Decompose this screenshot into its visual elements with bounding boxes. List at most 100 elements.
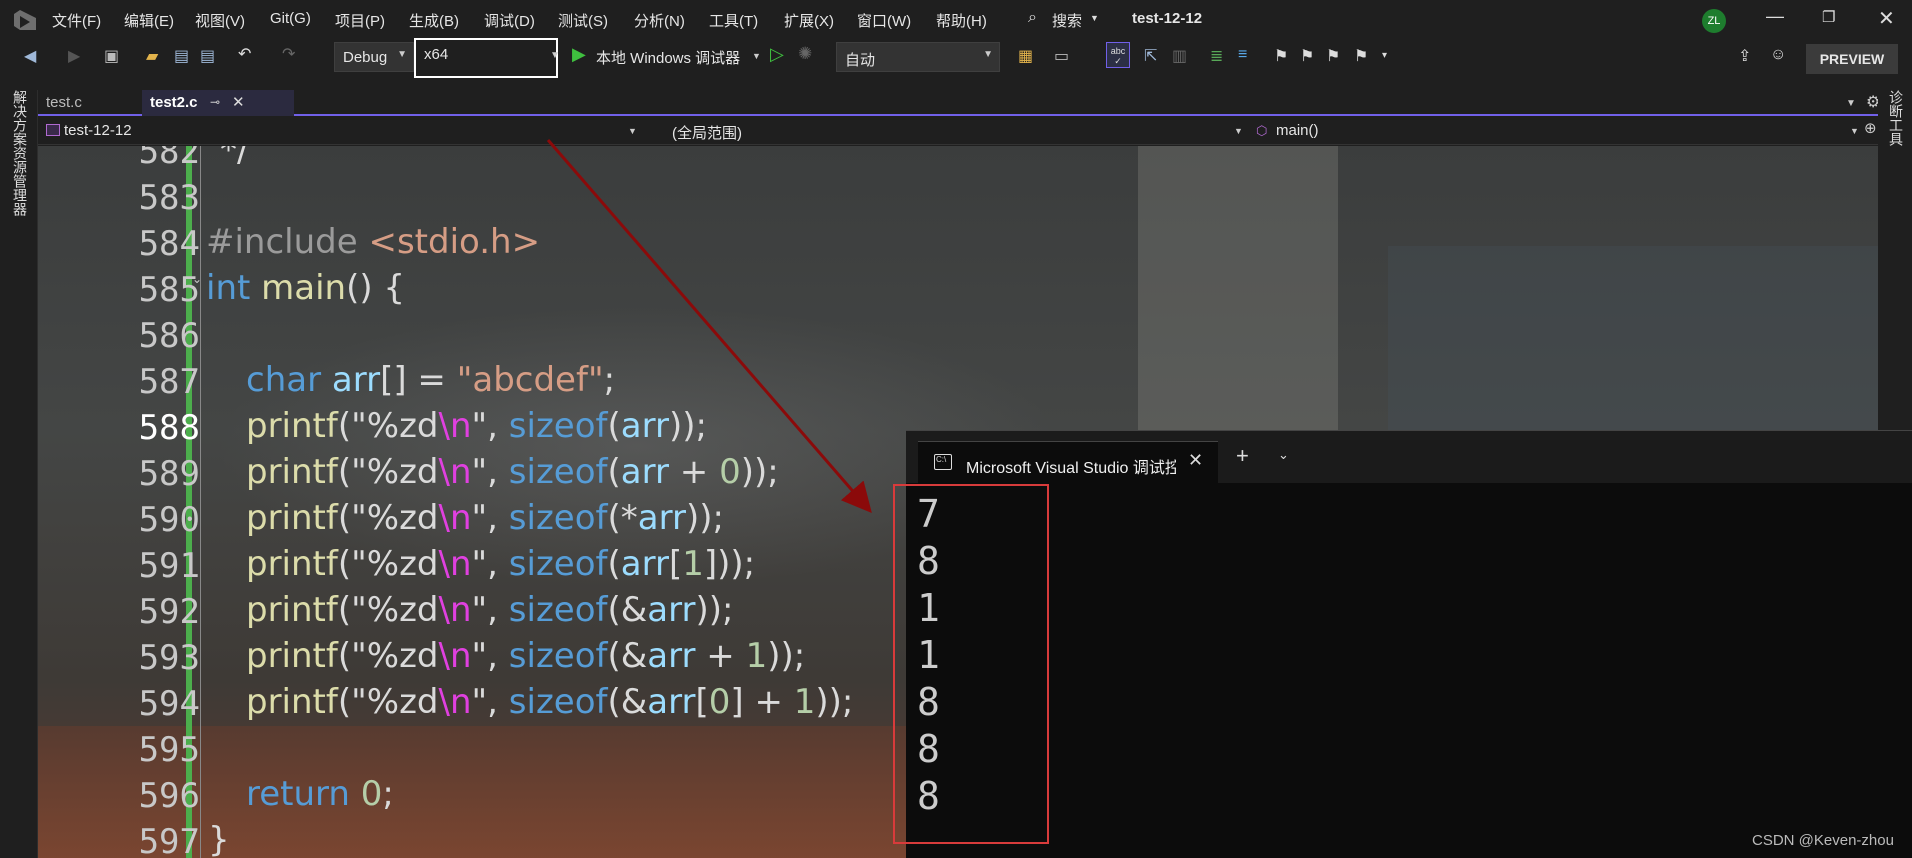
- menu-item[interactable]: Git(G): [270, 10, 311, 27]
- chevron-down-icon: ▼: [1234, 126, 1243, 136]
- line-number: 588: [138, 408, 200, 448]
- line-number: 585: [138, 270, 200, 310]
- comment-icon[interactable]: ≡: [1238, 46, 1247, 64]
- auto-dropdown[interactable]: 自动 ▼: [836, 42, 1000, 72]
- close-window-button[interactable]: ✕: [1878, 6, 1895, 31]
- code-line[interactable]: char arr[] = "abcdef";: [246, 360, 615, 400]
- menu-item[interactable]: 工具(T): [709, 10, 758, 31]
- search-icon[interactable]: ⌕: [1028, 9, 1037, 27]
- tab-overflow-icon[interactable]: ▼: [1846, 98, 1856, 109]
- line-number: 595: [138, 730, 200, 770]
- minimize-button[interactable]: —: [1766, 6, 1784, 27]
- line-number: 590: [138, 500, 200, 540]
- code-line[interactable]: #include <stdio.h>: [206, 222, 540, 262]
- solution-title: test-12-12: [1132, 10, 1203, 27]
- diagnostics-tab[interactable]: 诊断工具: [1886, 90, 1906, 146]
- avatar[interactable]: ZL: [1702, 9, 1726, 33]
- visual-studio-logo-icon[interactable]: [12, 8, 38, 32]
- code-line[interactable]: printf("%zd\n", sizeof(*arr));: [246, 498, 724, 538]
- tab-label: test2.c: [150, 94, 198, 111]
- code-line[interactable]: printf("%zd\n", sizeof(&arr));: [246, 590, 733, 630]
- save-icon[interactable]: ▤: [174, 46, 189, 66]
- console-tab[interactable]: C:\ Microsoft Visual Studio 调试控制台 ✕: [918, 441, 1218, 483]
- start-debug-button[interactable]: 本地 Windows 调试器: [596, 47, 740, 68]
- menu-item[interactable]: 生成(B): [409, 10, 459, 31]
- platform-value: x64: [424, 46, 449, 63]
- bookmark-icon[interactable]: ⚑: [1274, 46, 1288, 66]
- indent-icon[interactable]: ≣: [1210, 46, 1223, 66]
- select-icon[interactable]: ⇱: [1144, 46, 1157, 66]
- chevron-down-icon: ▼: [397, 49, 407, 60]
- watermark: CSDN @Keven-zhou: [1752, 832, 1894, 849]
- code-line[interactable]: int main() {: [206, 268, 405, 308]
- feedback-icon[interactable]: ☺: [1770, 46, 1786, 64]
- live-share-icon[interactable]: ⇪: [1738, 46, 1751, 66]
- menu-item[interactable]: 扩展(X): [784, 10, 834, 31]
- menu-item[interactable]: 帮助(H): [936, 10, 987, 31]
- next-bookmark-icon[interactable]: ⚑: [1326, 46, 1340, 66]
- close-icon[interactable]: ✕: [1188, 450, 1203, 471]
- function-dropdown[interactable]: main(): [1276, 122, 1319, 139]
- close-tab-icon[interactable]: ✕: [232, 93, 245, 111]
- function-icon: ⬡: [1256, 123, 1268, 138]
- search-button[interactable]: 搜索: [1052, 10, 1082, 31]
- spellcheck-icon[interactable]: abc ✓: [1106, 42, 1130, 68]
- line-number: 593: [138, 638, 200, 678]
- project-dropdown[interactable]: test-12-12: [64, 122, 132, 139]
- menu-item[interactable]: 调试(D): [484, 10, 535, 31]
- vertical-scrollbar[interactable]: ▲: [1876, 146, 1878, 436]
- code-line[interactable]: */: [220, 146, 248, 170]
- undo-icon[interactable]: ↶: [238, 44, 251, 64]
- pin-icon[interactable]: ⊸: [210, 95, 220, 109]
- preview-button[interactable]: PREVIEW: [1806, 44, 1898, 74]
- menu-item[interactable]: 分析(N): [634, 10, 685, 31]
- menu-item[interactable]: 文件(F): [52, 10, 101, 31]
- layout-icon[interactable]: ▭: [1054, 46, 1069, 66]
- tab-test2-c[interactable]: test2.c ⊸ ✕: [142, 90, 294, 116]
- code-line[interactable]: printf("%zd\n", sizeof(arr[1]));: [246, 544, 755, 584]
- left-tool-strip: 解决方案资源管理器: [0, 90, 38, 858]
- project-icon: [46, 124, 60, 136]
- code-line[interactable]: printf("%zd\n", sizeof(arr));: [246, 406, 707, 446]
- console-output-highlight: 7811888: [893, 484, 1049, 844]
- code-line[interactable]: printf("%zd\n", sizeof(arr + 0));: [246, 452, 779, 492]
- menu-item[interactable]: 编辑(E): [124, 10, 174, 31]
- format-icon[interactable]: ▥: [1172, 46, 1187, 66]
- chevron-down-icon: ▼: [983, 49, 993, 60]
- configuration-dropdown[interactable]: Debug ▼: [334, 42, 414, 72]
- debug-console-window[interactable]: C:\ Microsoft Visual Studio 调试控制台 ✕ + ⌄: [906, 430, 1912, 858]
- chevron-down-icon: ▼: [628, 126, 637, 136]
- platform-chevron-icon: ▼: [550, 50, 560, 61]
- start-debug-icon[interactable]: ▶: [572, 44, 586, 65]
- back-icon[interactable]: ◀: [24, 46, 36, 66]
- menu-item[interactable]: 窗口(W): [857, 10, 911, 31]
- line-number: 586: [138, 316, 200, 356]
- tab-test-c[interactable]: test.c: [38, 90, 142, 116]
- code-line[interactable]: }: [208, 820, 230, 858]
- console-tab-title: Microsoft Visual Studio 调试控制台: [966, 460, 1176, 477]
- code-line[interactable]: printf("%zd\n", sizeof(&arr + 1));: [246, 636, 805, 676]
- overflow-icon[interactable]: ▾: [1382, 50, 1387, 61]
- new-tab-icon[interactable]: +: [1236, 443, 1249, 469]
- split-icon[interactable]: ⊕: [1864, 119, 1877, 137]
- solution-explorer-tab[interactable]: 解决方案资源管理器: [10, 90, 30, 216]
- menu-item[interactable]: 测试(S): [558, 10, 608, 31]
- restore-button[interactable]: ❐: [1822, 8, 1835, 26]
- clear-bookmarks-icon[interactable]: ⚑: [1354, 46, 1368, 66]
- solution-explorer-icon[interactable]: ▦: [1018, 46, 1033, 66]
- new-project-icon[interactable]: ▣: [104, 46, 119, 66]
- open-folder-icon[interactable]: ▰: [146, 46, 158, 66]
- redo-icon[interactable]: ↷: [282, 44, 295, 64]
- save-all-icon[interactable]: ▤: [200, 46, 215, 66]
- code-line[interactable]: return 0;: [246, 774, 394, 814]
- tab-dropdown-icon[interactable]: ⌄: [1278, 447, 1289, 463]
- scope-dropdown[interactable]: (全局范围): [672, 122, 742, 143]
- code-line[interactable]: printf("%zd\n", sizeof(&arr[0] + 1));: [246, 682, 853, 722]
- menu-item[interactable]: 视图(V): [195, 10, 245, 31]
- forward-icon[interactable]: ▶: [68, 46, 80, 66]
- hot-reload-icon[interactable]: ✺: [798, 44, 812, 64]
- platform-dropdown[interactable]: x64: [414, 38, 558, 78]
- start-without-debug-icon[interactable]: ▷: [770, 44, 784, 65]
- prev-bookmark-icon[interactable]: ⚑: [1300, 46, 1314, 66]
- menu-item[interactable]: 项目(P): [335, 10, 385, 31]
